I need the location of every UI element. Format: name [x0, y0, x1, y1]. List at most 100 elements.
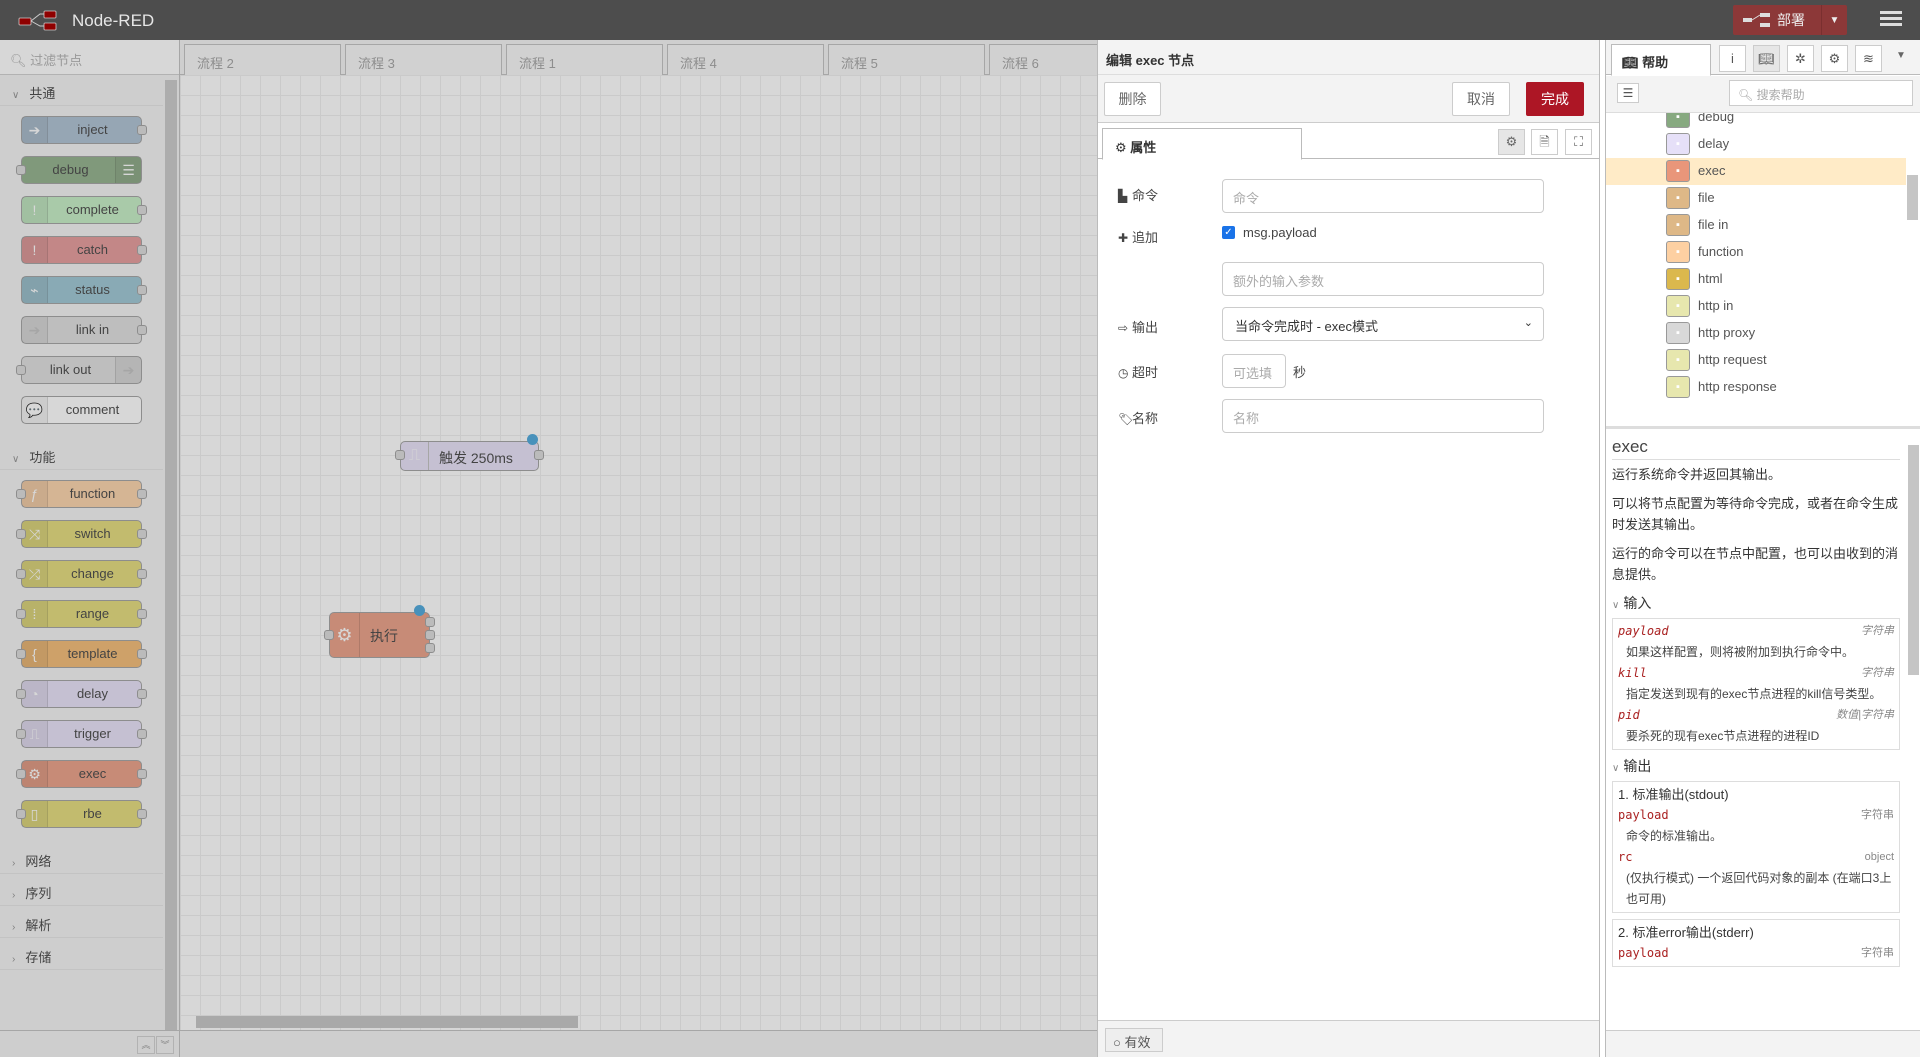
- deploy-icon: [1739, 5, 1775, 35]
- timeout-input[interactable]: 可选填: [1222, 354, 1286, 388]
- node-type-icon: ▪: [1666, 214, 1690, 236]
- help-paragraph: 运行的命令可以在节点中配置，也可以由收到的消息提供。: [1612, 546, 1899, 582]
- inputs-section-toggle[interactable]: ∨ 输入: [1612, 593, 1900, 616]
- property-type: object: [1864, 851, 1894, 863]
- sign-out-icon: ⇨: [1118, 321, 1129, 335]
- list-icon[interactable]: ☰: [1617, 83, 1639, 103]
- help-node-list: ▪ debug ▪ delay ▪ exec ▪ file ▪ file in ▪ function ▪…: [1606, 113, 1920, 429]
- help-list-item[interactable]: ▪ html: [1606, 266, 1906, 293]
- help-search-input[interactable]: 🔍︎ 搜索帮助: [1729, 80, 1913, 106]
- info-icon[interactable]: i: [1719, 45, 1746, 72]
- property-row: pid 数值|字符串: [1618, 705, 1894, 726]
- tag-icon: 🏷︎: [1118, 412, 1134, 426]
- book-icon[interactable]: 📖︎: [1753, 45, 1780, 72]
- file-icon: ▙: [1118, 189, 1128, 203]
- help-list-item-label: file in: [1698, 217, 1729, 232]
- chevron-down-icon: ∨: [1612, 600, 1620, 611]
- main-menu-icon[interactable]: [1878, 8, 1904, 32]
- help-list-item[interactable]: ▪ http proxy: [1606, 320, 1906, 347]
- property-type: 字符串: [1861, 667, 1894, 679]
- node-editor-tray: 编辑 exec 节点 删除 取消 完成 ⚙ 属性 ⚙ 🗎 ⛶ ▙ 命令 命令 ✚ 追…: [1097, 40, 1600, 1057]
- help-list-item[interactable]: ▪ file in: [1606, 212, 1906, 239]
- property-description: 要杀死的现有exec节点进程的进程ID: [1626, 729, 1820, 743]
- property-row: payload 字符串: [1618, 621, 1894, 642]
- help-list-item[interactable]: ▪ delay: [1606, 131, 1906, 158]
- caret-down-icon[interactable]: ▼: [1896, 50, 1906, 61]
- clock-icon: ◷: [1118, 366, 1129, 380]
- sidebar: 📖︎ 帮助 i 📖︎ ✲ ⚙ ≋ ▼ ☰ 🔍︎ 搜索帮助 ▪ debug ▪ dela…: [1605, 40, 1920, 1057]
- property-description: 命令的标准输出。: [1626, 829, 1723, 843]
- help-list-item[interactable]: ▪ function: [1606, 239, 1906, 266]
- database-icon[interactable]: ≋: [1855, 45, 1882, 72]
- property-row: rc object: [1618, 847, 1894, 868]
- help-list-item[interactable]: ▪ file: [1606, 185, 1906, 212]
- bug-icon[interactable]: ✲: [1787, 45, 1814, 72]
- property-name: rc: [1618, 850, 1633, 864]
- deploy-button[interactable]: 部署 ▼: [1733, 5, 1847, 35]
- help-list-item[interactable]: ▪ http request: [1606, 347, 1906, 374]
- help-list-item[interactable]: ▪ exec: [1606, 158, 1906, 185]
- command-input[interactable]: 命令: [1222, 179, 1544, 213]
- deploy-label: 部署: [1777, 12, 1805, 28]
- extra-args-input[interactable]: 额外的输入参数: [1222, 262, 1544, 296]
- help-scrollbar[interactable]: [1908, 445, 1919, 675]
- help-paragraph: 运行系统命令并返回其输出。: [1612, 467, 1782, 482]
- delete-button[interactable]: 删除: [1104, 82, 1161, 116]
- cog-icon: ⚙: [1115, 140, 1127, 155]
- help-list-item[interactable]: ▪ http response: [1606, 374, 1906, 401]
- node-type-icon: ▪: [1666, 241, 1690, 263]
- node-type-icon: ▪: [1666, 349, 1690, 371]
- help-list-item-label: http request: [1698, 352, 1767, 367]
- property-row: payload 字符串: [1618, 805, 1894, 826]
- node-type-icon: ▪: [1666, 295, 1690, 317]
- deploy-menu-caret-icon[interactable]: ▼: [1821, 5, 1847, 35]
- help-list-item-label: delay: [1698, 136, 1730, 151]
- search-icon: 🔍︎: [1738, 88, 1754, 102]
- append-payload-checkbox-row[interactable]: ✓ msg.payload: [1222, 225, 1317, 240]
- property-description: 如果这样配置，则将被附加到执行命令中。: [1626, 645, 1855, 659]
- editor-footer: ○ 有效: [1098, 1020, 1599, 1057]
- inputs-box: payload 字符串 如果这样配置，则将被附加到执行命令中。 kill 字符串 指定发送…: [1612, 618, 1900, 750]
- enabled-label: 有效: [1124, 1035, 1151, 1050]
- property-type: 字符串: [1861, 625, 1894, 637]
- help-list-item-label: debug: [1698, 113, 1735, 124]
- outputs-section-toggle[interactable]: ∨ 输出: [1612, 756, 1900, 779]
- property-type: 字符串: [1861, 947, 1894, 959]
- description-icon[interactable]: 🗎: [1531, 129, 1558, 155]
- name-input[interactable]: 名称: [1222, 399, 1544, 433]
- sidebar-tabs: 📖︎ 帮助 i 📖︎ ✲ ⚙ ≋ ▼: [1606, 40, 1920, 76]
- node-type-icon: ▪: [1666, 160, 1690, 182]
- cancel-button[interactable]: 取消: [1452, 82, 1510, 116]
- timeout-label: ◷ 超时: [1118, 365, 1159, 380]
- settings-cog-icon[interactable]: ⚙: [1498, 129, 1525, 155]
- done-button[interactable]: 完成: [1526, 82, 1584, 116]
- node-type-icon: ▪: [1666, 187, 1690, 209]
- help-list-item[interactable]: ▪ http in: [1606, 293, 1906, 320]
- search-placeholder: 搜索帮助: [1756, 88, 1805, 102]
- property-name: kill: [1618, 666, 1647, 680]
- property-name: payload: [1618, 624, 1669, 638]
- timeout-unit: 秒: [1293, 365, 1307, 380]
- help-list-item[interactable]: ▪ debug: [1606, 113, 1906, 131]
- name-label: 🏷︎名称: [1118, 411, 1159, 426]
- output2-box: 2. 标准error输出(stderr) payload 字符串: [1612, 919, 1900, 967]
- tab-properties[interactable]: ⚙ 属性: [1102, 128, 1302, 160]
- append-payload-checkbox[interactable]: ✓: [1222, 226, 1235, 239]
- chevron-down-icon: ⌄: [1523, 317, 1533, 329]
- help-content: exec 运行系统命令并返回其输出。 可以将节点配置为等待命令完成，或者在命令生…: [1606, 432, 1906, 1030]
- appearance-icon[interactable]: ⛶: [1565, 129, 1592, 155]
- book-icon: 📖︎: [1622, 55, 1639, 70]
- property-name: pid: [1618, 708, 1640, 722]
- node-type-icon: ▪: [1666, 376, 1690, 398]
- cog-icon[interactable]: ⚙: [1821, 45, 1848, 72]
- output-mode-select[interactable]: 当命令完成时 - exec模式 ⌄: [1222, 307, 1544, 341]
- tab-help[interactable]: 📖︎ 帮助: [1611, 44, 1711, 76]
- help-list-item-label: http response: [1698, 379, 1777, 394]
- help-toolbar: ☰ 🔍︎ 搜索帮助: [1606, 76, 1920, 113]
- editor-toolbar: 删除 取消 完成: [1098, 75, 1599, 123]
- help-list-scrollbar[interactable]: [1907, 175, 1918, 220]
- enabled-toggle[interactable]: ○ 有效: [1105, 1028, 1163, 1052]
- output1-box: 1. 标准输出(stdout) payload 字符串 命令的标准输出。 rc objec…: [1612, 781, 1900, 913]
- help-paragraph: 可以将节点配置为等待命令完成，或者在命令生成时发送其输出。: [1612, 496, 1899, 532]
- property-name: payload: [1618, 946, 1669, 960]
